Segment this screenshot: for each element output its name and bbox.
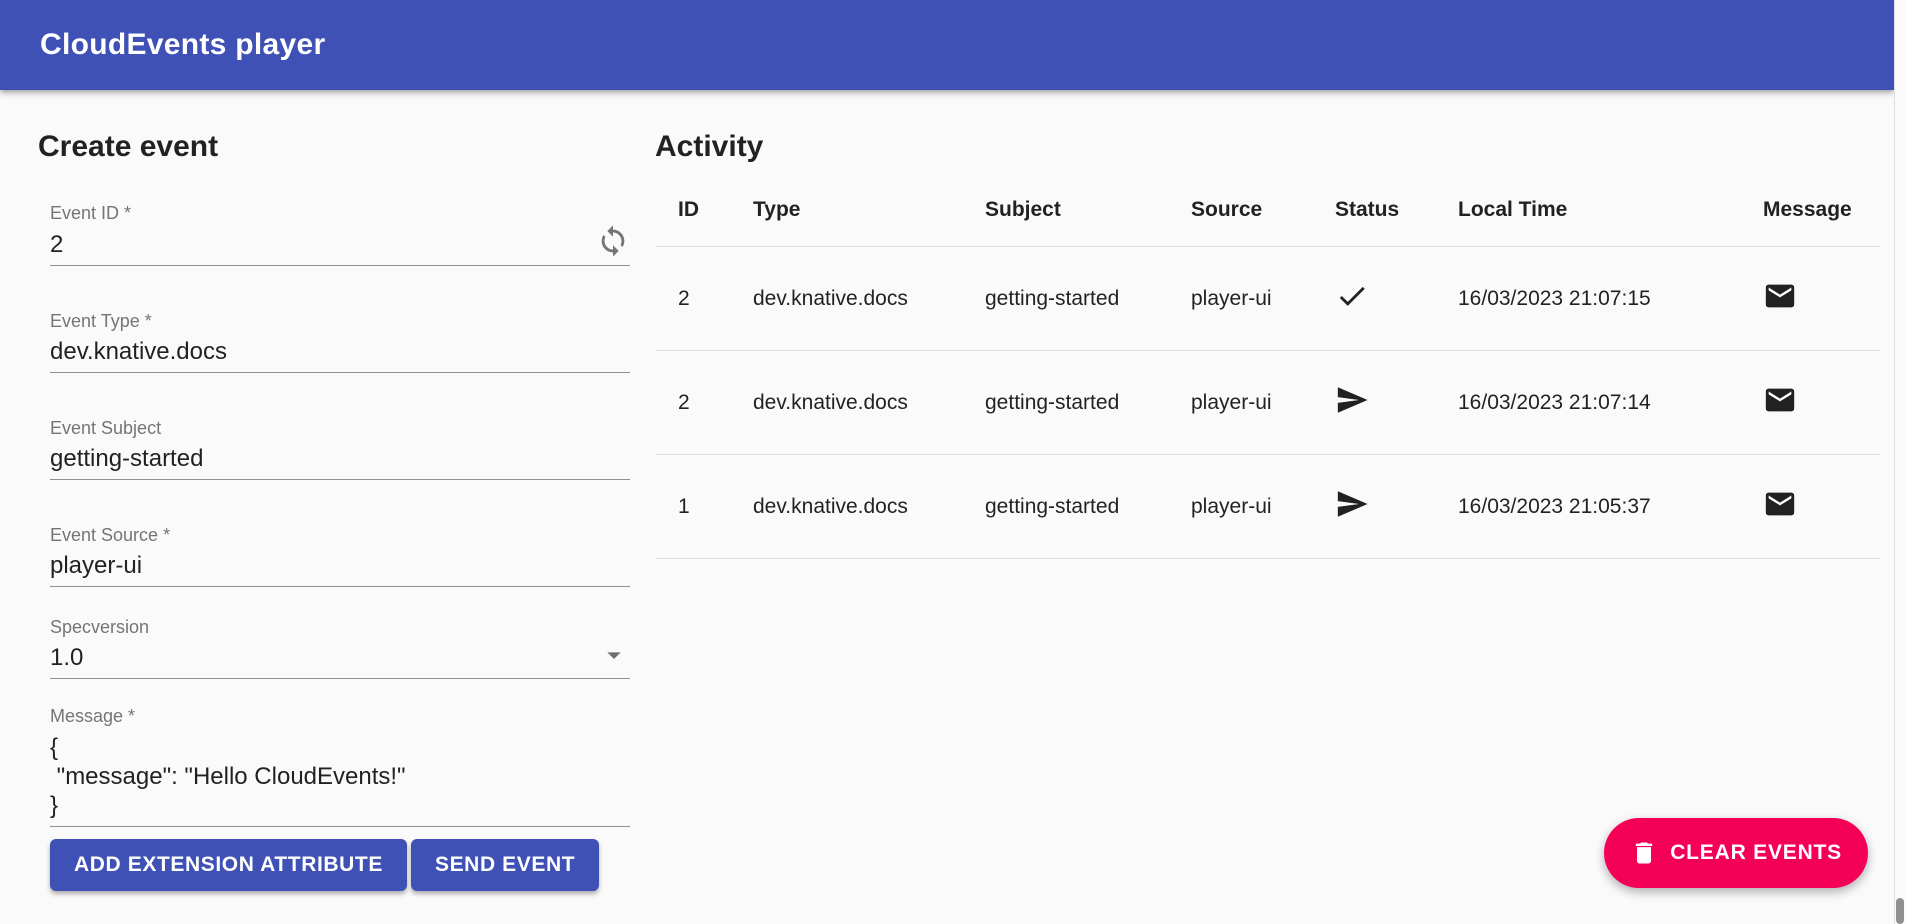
specversion-value[interactable]: 1.0: [50, 644, 598, 678]
col-header-id: ID: [655, 166, 753, 247]
event-type-label: Event Type *: [50, 310, 630, 332]
activity-panel: Activity ID Type Subject Source Status L…: [640, 90, 1880, 559]
add-extension-attribute-button[interactable]: ADD EXTENSION ATTRIBUTE: [50, 839, 407, 891]
send-icon: [1335, 487, 1369, 527]
app-bar: CloudEvents player: [0, 0, 1894, 90]
event-type-input[interactable]: [50, 338, 630, 372]
create-event-heading: Create event: [38, 128, 630, 166]
event-id-label: Event ID *: [50, 202, 630, 224]
cell-message[interactable]: [1733, 351, 1880, 455]
cell-source: player-ui: [1191, 455, 1335, 559]
message-label: Message *: [50, 705, 630, 727]
activity-table: ID Type Subject Source Status Local Time…: [655, 166, 1880, 559]
event-subject-field: Event Subject: [50, 417, 630, 480]
chevron-down-icon[interactable]: [598, 639, 630, 676]
cell-source: player-ui: [1191, 351, 1335, 455]
cell-message[interactable]: [1733, 455, 1880, 559]
cell-subject: getting-started: [985, 247, 1191, 351]
cell-type: dev.knative.docs: [753, 455, 985, 559]
event-id-field: Event ID *: [50, 202, 630, 266]
cell-local-time: 16/03/2023 21:05:37: [1458, 455, 1733, 559]
cell-message[interactable]: [1733, 247, 1880, 351]
cell-id: 1: [655, 455, 753, 559]
event-subject-input[interactable]: [50, 445, 630, 479]
vertical-scrollbar[interactable]: [1894, 0, 1905, 924]
cell-type: dev.knative.docs: [753, 351, 985, 455]
cell-local-time: 16/03/2023 21:07:14: [1458, 351, 1733, 455]
col-header-subject: Subject: [985, 166, 1191, 247]
message-textarea[interactable]: { "message": "Hello CloudEvents!" }: [50, 733, 630, 826]
email-icon[interactable]: [1763, 487, 1797, 527]
cell-id: 2: [655, 351, 753, 455]
col-header-message: Message: [1733, 166, 1880, 247]
create-event-panel: Create event Event ID * Event Type * Eve…: [38, 90, 630, 891]
cell-id: 2: [655, 247, 753, 351]
app-title: CloudEvents player: [40, 28, 325, 62]
clear-events-button[interactable]: CLEAR EVENTS: [1604, 818, 1868, 888]
email-icon[interactable]: [1763, 279, 1797, 319]
send-icon: [1335, 383, 1369, 423]
clear-events-label: CLEAR EVENTS: [1670, 841, 1842, 865]
form-actions: ADD EXTENSION ATTRIBUTE SEND EVENT: [50, 839, 630, 891]
table-row: 2 dev.knative.docs getting-started playe…: [655, 247, 1880, 351]
cell-local-time: 16/03/2023 21:07:15: [1458, 247, 1733, 351]
cell-source: player-ui: [1191, 247, 1335, 351]
cell-subject: getting-started: [985, 351, 1191, 455]
event-source-label: Event Source *: [50, 524, 630, 546]
cell-status: [1335, 351, 1458, 455]
event-id-input[interactable]: [50, 231, 596, 265]
col-header-type: Type: [753, 166, 985, 247]
event-subject-label: Event Subject: [50, 417, 630, 439]
table-row: 1 dev.knative.docs getting-started playe…: [655, 455, 1880, 559]
col-header-local-time: Local Time: [1458, 166, 1733, 247]
email-icon[interactable]: [1763, 383, 1797, 423]
event-source-field: Event Source *: [50, 524, 630, 587]
message-field: Message * { "message": "Hello CloudEvent…: [50, 705, 630, 827]
specversion-select[interactable]: 1.0: [50, 638, 630, 678]
send-event-button[interactable]: SEND EVENT: [411, 839, 599, 891]
cell-subject: getting-started: [985, 455, 1191, 559]
create-event-form: Event ID * Event Type * Event Subject Ev…: [50, 202, 630, 891]
trash-icon: [1630, 839, 1658, 867]
activity-heading: Activity: [655, 128, 1880, 166]
specversion-label: Specversion: [50, 616, 630, 638]
activity-header-row: ID Type Subject Source Status Local Time…: [655, 166, 1880, 247]
col-header-source: Source: [1191, 166, 1335, 247]
autorenew-icon[interactable]: [596, 224, 630, 263]
event-type-field: Event Type *: [50, 310, 630, 373]
event-source-input[interactable]: [50, 552, 630, 586]
col-header-status: Status: [1335, 166, 1458, 247]
scrollbar-thumb[interactable]: [1896, 898, 1904, 924]
cell-status: [1335, 455, 1458, 559]
table-row: 2 dev.knative.docs getting-started playe…: [655, 351, 1880, 455]
cell-status: [1335, 247, 1458, 351]
cell-type: dev.knative.docs: [753, 247, 985, 351]
specversion-field: Specversion 1.0: [50, 616, 630, 679]
check-icon: [1335, 279, 1369, 319]
